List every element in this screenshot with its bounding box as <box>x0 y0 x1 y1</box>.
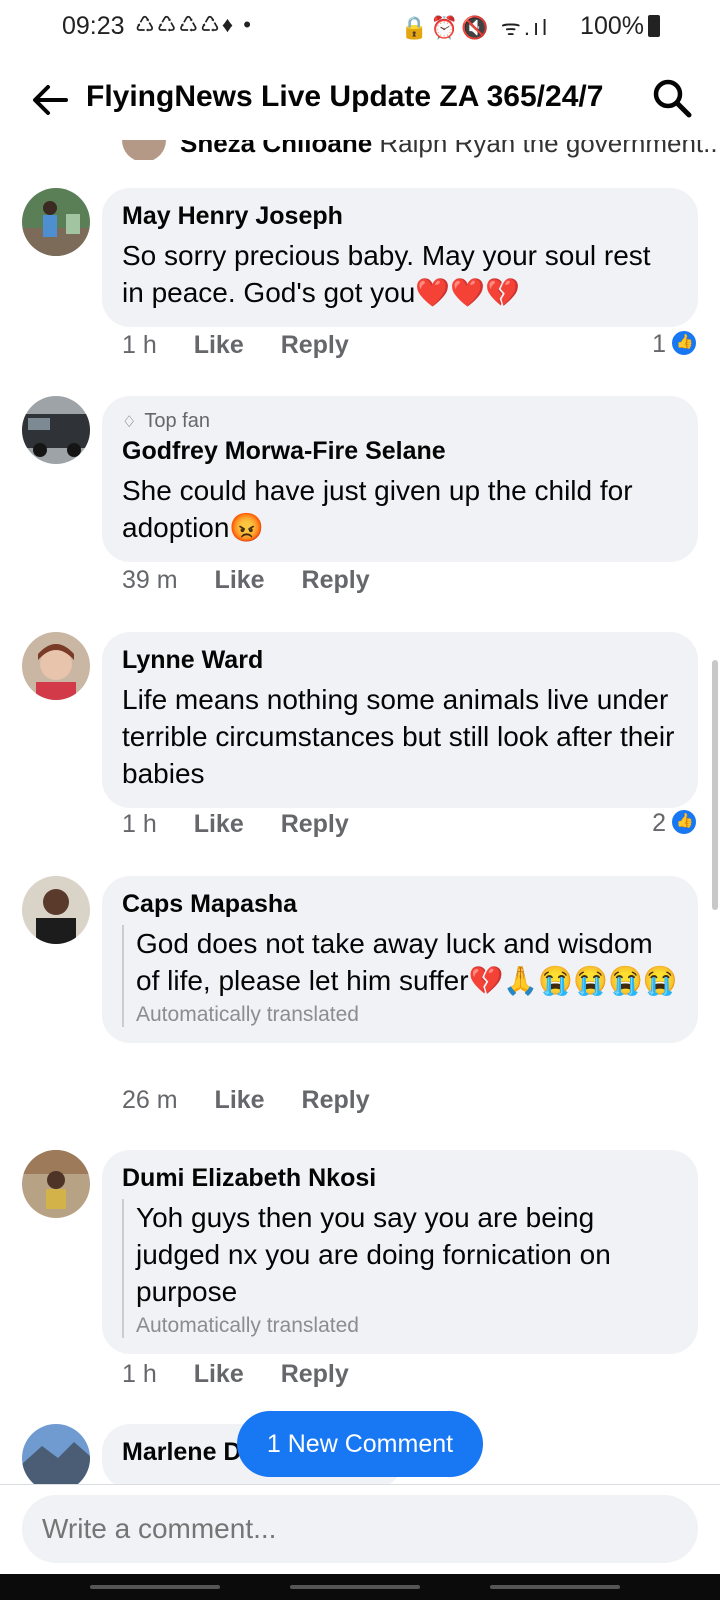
battery-icon <box>648 15 660 37</box>
system-icons: 🔒⏰🔇 ᯤ.ıl <box>400 15 550 40</box>
comment-text: Life means nothing some animals live und… <box>122 684 675 789</box>
translated-block: Yoh guys then you say you are being judg… <box>122 1199 678 1338</box>
like-count: 2 <box>652 809 666 837</box>
back-arrow-icon[interactable] <box>28 78 72 122</box>
comment-text: God does not take away luck and wisdom o… <box>136 928 678 996</box>
scrollbar[interactable] <box>712 660 718 910</box>
comment-author[interactable]: Caps Mapasha <box>122 890 678 919</box>
comment-composer <box>0 1484 720 1574</box>
status-time: 09:23 <box>62 12 125 40</box>
comment-bubble[interactable]: Caps Mapasha God does not take away luck… <box>102 876 698 1043</box>
avatar[interactable] <box>22 632 90 700</box>
translated-block: God does not take away luck and wisdom o… <box>122 925 678 1027</box>
comment-bubble[interactable]: ♢ Top fan Godfrey Morwa-Fire Selane She c… <box>102 396 698 562</box>
comment-actions: 26 m Like Reply <box>122 1086 400 1115</box>
comment-text: She could have just given up the child f… <box>122 475 633 543</box>
like-button[interactable]: Like <box>215 1086 265 1115</box>
comment-age[interactable]: 39 m <box>122 566 178 595</box>
avatar[interactable] <box>22 188 90 256</box>
comment-age[interactable]: 1 h <box>122 810 157 839</box>
status-bar: 09:23 ♺♺♺♺♦ • 100% 🔒⏰🔇 ᯤ.ıl <box>0 0 720 52</box>
comment-bubble[interactable]: Lynne Ward Life means nothing some anima… <box>102 632 698 808</box>
like-button[interactable]: Like <box>194 810 244 839</box>
comment-author[interactable]: Dumi Elizabeth Nkosi <box>122 1164 678 1193</box>
reply-button[interactable]: Reply <box>302 566 370 595</box>
battery-percent: 100% <box>580 12 644 40</box>
comment-input[interactable] <box>22 1495 698 1563</box>
reaction-count[interactable]: 2 <box>652 808 698 838</box>
reply-button[interactable]: Reply <box>281 1360 349 1389</box>
like-count: 1 <box>652 330 666 358</box>
reply-button[interactable]: Reply <box>281 810 349 839</box>
comment-actions: 1 h Like Reply <box>122 810 379 839</box>
avatar[interactable] <box>22 1150 90 1218</box>
comment-actions: 1 h Like Reply <box>122 1360 379 1389</box>
reply-button[interactable]: Reply <box>302 1086 370 1115</box>
nav-home[interactable] <box>290 1585 420 1589</box>
comment-age[interactable]: 1 h <box>122 331 157 360</box>
comment-author[interactable]: May Henry Joseph <box>122 202 678 231</box>
page-title: FlyingNews Live Update ZA 365/24/7 <box>86 80 604 113</box>
comment-bubble[interactable]: Dumi Elizabeth Nkosi Yoh guys then you s… <box>102 1150 698 1354</box>
reaction-count[interactable]: 1 <box>652 329 698 359</box>
comment-age[interactable]: 26 m <box>122 1086 178 1115</box>
comment-author[interactable]: Godfrey Morwa-Fire Selane <box>122 437 678 466</box>
diamond-icon: ♢ <box>122 414 137 431</box>
top-fan-badge: ♢ Top fan <box>122 410 210 432</box>
comment-actions: 39 m Like Reply <box>122 566 400 595</box>
comment-actions: 1 h Like Reply <box>122 331 379 360</box>
like-button[interactable]: Like <box>194 331 244 360</box>
like-button[interactable]: Like <box>194 1360 244 1389</box>
system-nav-bar <box>0 1574 720 1600</box>
avatar[interactable] <box>22 876 90 944</box>
nav-back[interactable] <box>490 1585 620 1589</box>
nav-recents[interactable] <box>90 1585 220 1589</box>
new-comment-button[interactable]: 1 New Comment <box>237 1411 483 1477</box>
avatar[interactable] <box>22 396 90 464</box>
comment-text: So sorry precious baby. May your soul re… <box>122 240 651 308</box>
like-reaction-icon <box>670 808 698 836</box>
reply-button[interactable]: Reply <box>281 331 349 360</box>
avatar[interactable] <box>22 1424 90 1484</box>
notification-icons: ♺♺♺♺♦ • <box>135 12 253 37</box>
battery-status: 100% <box>580 12 660 41</box>
like-reaction-icon <box>670 329 698 357</box>
like-button[interactable]: Like <box>215 566 265 595</box>
search-icon[interactable] <box>650 76 694 120</box>
comment-bubble[interactable]: May Henry Joseph So sorry precious baby.… <box>102 188 698 327</box>
auto-translated-note[interactable]: Automatically translated <box>136 1003 678 1027</box>
comment-age[interactable]: 1 h <box>122 1360 157 1389</box>
auto-translated-note[interactable]: Automatically translated <box>136 1314 678 1338</box>
comment-author[interactable]: Lynne Ward <box>122 646 678 675</box>
comment-text: Yoh guys then you say you are being judg… <box>136 1202 611 1307</box>
app-header: FlyingNews Live Update ZA 365/24/7 <box>0 60 720 140</box>
